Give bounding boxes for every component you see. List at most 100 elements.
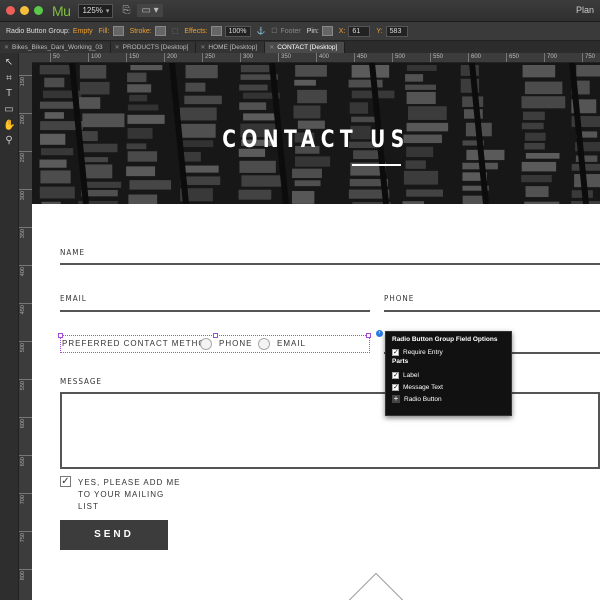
ruler-tick: 300	[240, 53, 253, 62]
add-radio-button-icon[interactable]: +	[392, 395, 400, 403]
message-textarea[interactable]	[60, 392, 600, 469]
close-icon[interactable]: ✕	[200, 44, 205, 51]
mailing-list-checkbox[interactable]: ✓	[60, 476, 71, 487]
rooftop	[403, 170, 439, 185]
hero-banner[interactable]: CONTACT US	[32, 63, 600, 204]
phone-field[interactable]	[384, 310, 600, 312]
ruler-tick: 250	[19, 151, 32, 162]
rooftop	[243, 113, 278, 121]
footer-checkbox[interactable]: ☐	[271, 27, 277, 35]
rooftop	[185, 82, 206, 92]
radio-phone[interactable]	[200, 338, 212, 350]
x-label: X:	[338, 27, 346, 35]
rooftop	[348, 79, 383, 88]
effects-label[interactable]: Effects:	[184, 28, 207, 35]
rectangle-tool-icon[interactable]: ▭	[3, 104, 15, 116]
send-button[interactable]: SEND	[60, 520, 168, 550]
fill-swatch[interactable]	[112, 26, 124, 36]
hand-tool-icon[interactable]: ✋	[3, 120, 15, 132]
rooftop	[127, 104, 159, 111]
rooftop	[405, 84, 436, 90]
label-checkbox[interactable]: ✓	[392, 371, 399, 379]
pin-label: Pin:	[306, 27, 319, 35]
rooftop	[241, 175, 285, 187]
document-tabs: ✕ Bikes_Bikes_Dani_Working_03 ✕ PRODUCTS…	[0, 41, 600, 53]
rooftop	[82, 164, 113, 179]
rooftop	[40, 170, 71, 184]
rooftop	[522, 65, 556, 78]
vertical-ruler[interactable]: 150 200 250 300 350 400 450 500 550 600 650 700 750 8…	[18, 53, 32, 600]
radio-button-group[interactable]: PREFERRED CONTACT METHOD PHONE EMAIL	[58, 333, 371, 353]
message-text-checkbox[interactable]: ✓	[392, 383, 399, 391]
ruler-tick: 650	[19, 455, 32, 466]
ruler-tick: 200	[19, 113, 32, 124]
page-canvas[interactable]: CONTACT US NAME EMAIL PHONE PREFERRED CO…	[32, 63, 600, 600]
require-entry-checkbox[interactable]: ✓	[392, 348, 399, 356]
spacing-icon[interactable]: ⬚	[172, 27, 179, 35]
y-input[interactable]: 583	[385, 25, 408, 37]
anchor-icon[interactable]: ⚓	[257, 27, 266, 35]
rooftop	[405, 74, 424, 82]
email-field[interactable]	[60, 310, 370, 312]
rooftop	[40, 148, 74, 156]
zoom-value: 125%	[82, 6, 103, 15]
minimize-window-button[interactable]	[20, 6, 29, 15]
effects-swatch[interactable]	[210, 26, 222, 36]
tab-home[interactable]: ✕ HOME [Desktop]	[196, 42, 266, 53]
muse-window: Mu 125% ▾ ⎘ ▭ ▾ Plan Radio Button Group:…	[0, 0, 600, 600]
preview-icon[interactable]: ⎘	[122, 5, 130, 16]
rooftop	[406, 189, 443, 197]
ruler-tick: 450	[19, 303, 32, 314]
plan-mode-tab[interactable]: Plan	[576, 5, 594, 15]
tab-bikes-working[interactable]: ✕ Bikes_Bikes_Dani_Working_03	[0, 42, 111, 53]
selection-handle[interactable]	[58, 333, 63, 338]
tab-contact[interactable]: ✕ CONTACT [Desktop]	[265, 42, 346, 53]
rooftop	[39, 186, 75, 199]
y-label: Y:	[376, 27, 383, 35]
rooftop	[351, 116, 376, 123]
opacity-input[interactable]: 100%	[224, 25, 251, 37]
close-icon[interactable]: ✕	[4, 44, 9, 51]
horizontal-ruler[interactable]: 50 100 150 200 250 300 350 400 450 500 550 600 650 70…	[32, 53, 600, 63]
rooftop	[41, 201, 61, 204]
rooftop	[524, 201, 560, 204]
title-underline	[352, 164, 401, 166]
close-icon[interactable]: ✕	[269, 44, 274, 51]
rooftop	[292, 168, 322, 179]
zoom-tool-icon[interactable]: ⚲	[3, 135, 15, 147]
ruler-tick: 350	[278, 53, 291, 62]
zoom-dropdown[interactable]: 125% ▾	[78, 3, 114, 18]
selection-tool-icon[interactable]: ↖	[3, 57, 15, 69]
options-toggle-icon[interactable]: ›	[375, 329, 384, 338]
footer-label: Footer	[280, 27, 301, 35]
rooftop	[79, 65, 107, 79]
group-value[interactable]: Empty	[73, 28, 93, 35]
rooftop	[79, 81, 110, 95]
pin-selector[interactable]	[321, 26, 333, 36]
fill-label[interactable]: Fill:	[99, 28, 110, 35]
stroke-label[interactable]: Stroke:	[130, 28, 152, 35]
rooftop	[295, 65, 327, 77]
selection-handle[interactable]	[366, 333, 371, 338]
selection-handle[interactable]	[213, 333, 218, 338]
ruler-tick: 700	[544, 53, 557, 62]
close-icon[interactable]: ✕	[115, 44, 120, 51]
ruler-tick: 100	[88, 53, 101, 62]
crop-tool-icon[interactable]: ⌗	[3, 73, 15, 85]
rooftop	[39, 65, 73, 75]
tab-products[interactable]: ✕ PRODUCTS [Desktop]	[110, 42, 197, 53]
close-window-button[interactable]	[6, 6, 15, 15]
text-tool-icon[interactable]: T	[3, 88, 15, 100]
message-label: MESSAGE	[60, 377, 102, 386]
x-input[interactable]: 61	[348, 25, 371, 37]
ruler-tick: 50	[50, 53, 60, 62]
radio-button-option: Radio Button	[404, 395, 442, 403]
rooftop	[294, 79, 316, 86]
name-field[interactable]	[60, 263, 600, 265]
preferred-contact-label: PREFERRED CONTACT METHOD	[62, 339, 213, 348]
ruler-tick: 250	[202, 53, 215, 62]
radio-email[interactable]	[258, 338, 270, 350]
maximize-window-button[interactable]	[34, 6, 43, 15]
stroke-swatch[interactable]	[154, 26, 166, 36]
view-mode-icon[interactable]: ▭ ▾	[137, 4, 163, 17]
